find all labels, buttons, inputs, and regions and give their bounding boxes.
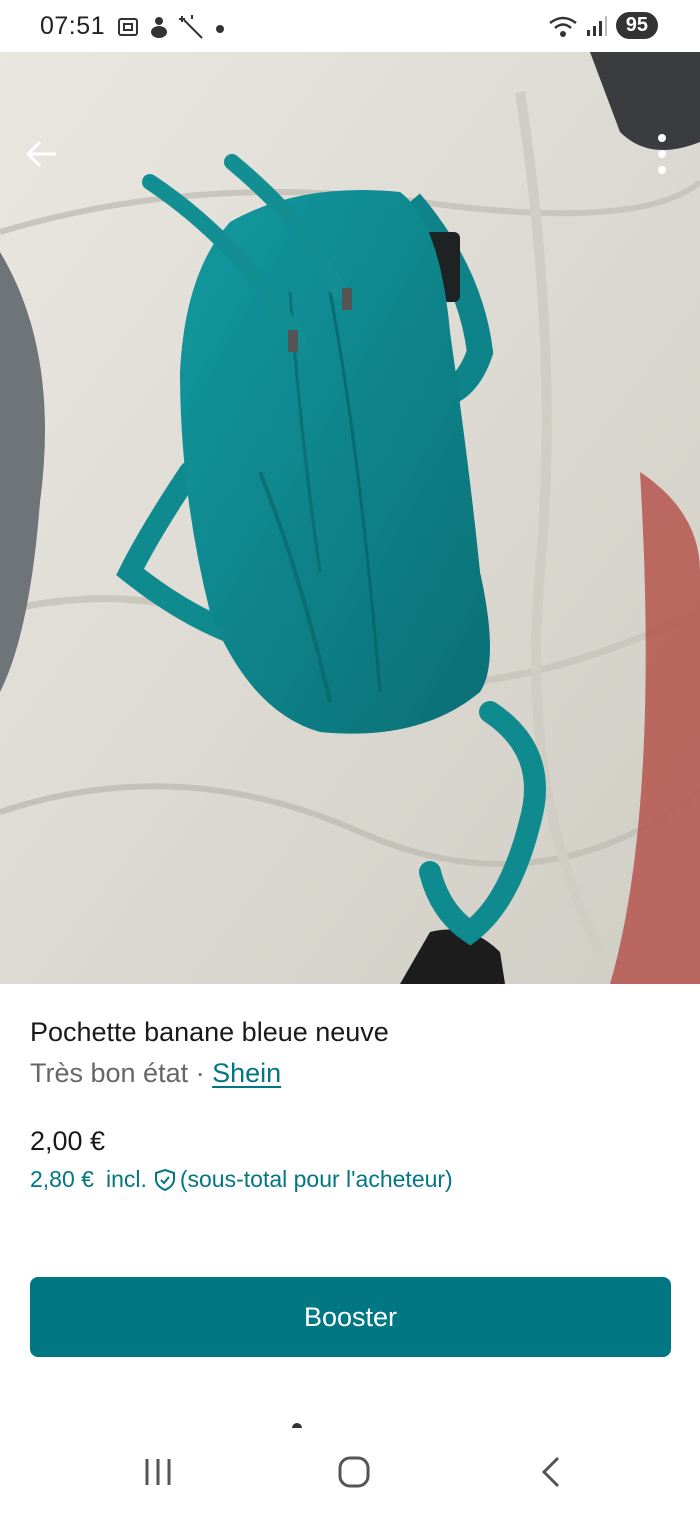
screenshot-icon [118, 18, 138, 36]
magic-wand-icon [179, 15, 203, 39]
status-icons-left [116, 14, 226, 40]
wifi-icon [548, 16, 577, 37]
brand-link[interactable]: Shein [212, 1058, 281, 1088]
notification-app-icon [151, 17, 167, 38]
buyer-price-row[interactable]: 2,80 € incl. (sous-total pour l'acheteur… [30, 1166, 453, 1193]
battery-badge: 95 [615, 12, 658, 39]
bag-photo-illustration [0, 52, 700, 984]
back-icon[interactable] [525, 1450, 575, 1494]
shield-check-icon [154, 1168, 175, 1191]
item-condition: Très bon état [30, 1058, 189, 1088]
home-icon[interactable] [329, 1450, 379, 1494]
product-photo[interactable] [0, 52, 700, 984]
more-vertical-icon[interactable] [650, 132, 674, 176]
buyer-note: (sous-total pour l'acheteur) [179, 1166, 453, 1192]
signal-icon [586, 15, 607, 36]
separator: · [188, 1058, 213, 1088]
status-bar: 07:51 95 [0, 0, 700, 52]
arrow-left-icon[interactable] [22, 134, 62, 174]
item-price: 2,00 € [30, 1126, 106, 1156]
buyer-total: 2,80 € [30, 1166, 94, 1192]
status-time: 07:51 [40, 12, 106, 40]
buyer-incl: incl. [105, 1166, 147, 1192]
recent-apps-icon[interactable] [133, 1450, 183, 1494]
scroll-hint [292, 1423, 302, 1428]
item-title: Pochette banane bleue neuve [30, 1017, 389, 1047]
item-subtitle: Très bon état · Shein [30, 1058, 281, 1089]
status-icons-right: 95 [548, 12, 658, 39]
dot-icon [216, 25, 224, 33]
booster-button[interactable]: Booster [30, 1277, 671, 1357]
system-nav-bar [0, 1430, 700, 1517]
